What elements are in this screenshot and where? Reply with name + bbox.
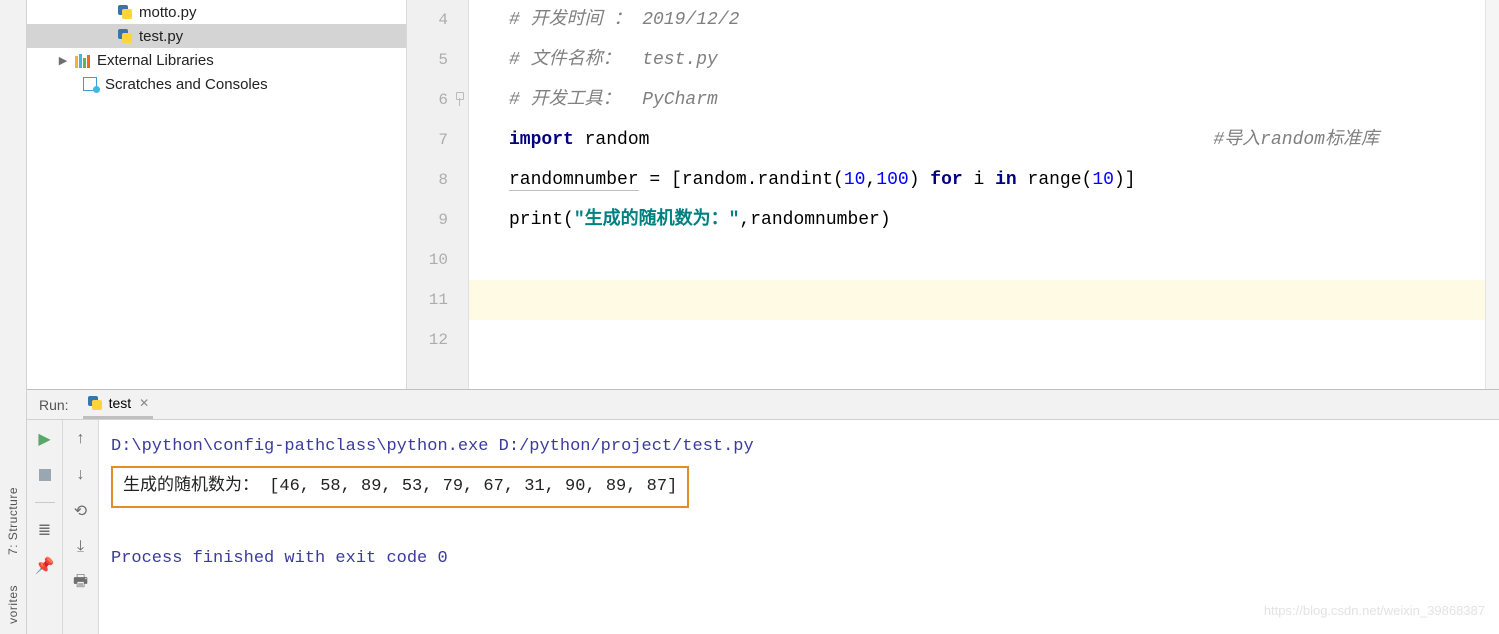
print-button[interactable]: 🖶 xyxy=(70,572,92,594)
python-file-icon xyxy=(117,4,133,20)
soft-wrap-button[interactable]: ⟲ xyxy=(70,500,92,522)
watermark: https://blog.csdn.net/weixin_39868387 xyxy=(1264,594,1485,628)
console-output[interactable]: D:\python\config-pathclass\python.exe D:… xyxy=(99,420,1499,634)
scratches-icon xyxy=(83,76,99,92)
console-command: D:\python\config-pathclass\python.exe D:… xyxy=(111,430,1487,464)
editor-gutter: 4 5 6 7 8 9 10 11 12 xyxy=(407,0,469,389)
down-button[interactable]: ↓ xyxy=(70,464,92,486)
code-line[interactable] xyxy=(509,320,1499,360)
python-file-icon xyxy=(117,28,133,44)
code-line[interactable]: import random#导入random标准库 xyxy=(509,120,1499,160)
python-file-icon xyxy=(87,395,103,411)
favorites-tool-button[interactable]: vorites xyxy=(6,585,20,624)
pin-button[interactable]: 📌 xyxy=(34,555,56,577)
code-line[interactable]: # 开发工具： PyCharm xyxy=(509,80,1499,120)
run-tab-label: test xyxy=(109,395,132,411)
library-icon xyxy=(75,52,91,68)
code-editor[interactable]: 4 5 6 7 8 9 10 11 12 # 开发时间 ： 2019/12/2 … xyxy=(407,0,1499,389)
run-panel: Run: test ✕ ▶ ≣ 📌 ↑ ↓ ⟲ ⤓ 🖶 xyxy=(27,389,1499,634)
code-line[interactable] xyxy=(509,280,1499,320)
close-icon[interactable]: ✕ xyxy=(139,396,149,410)
run-toolbar-right: ↑ ↓ ⟲ ⤓ 🖶 xyxy=(63,420,99,634)
fold-indicator-icon[interactable] xyxy=(454,92,464,106)
tree-file-motto[interactable]: motto.py xyxy=(27,0,406,24)
structure-tool-button[interactable]: 7: Structure xyxy=(6,487,20,555)
run-header: Run: test ✕ xyxy=(27,390,1499,420)
left-tool-rail: 7: Structure vorites xyxy=(0,0,27,634)
scroll-to-end-button[interactable]: ⤓ xyxy=(70,536,92,558)
project-tree[interactable]: motto.py test.py ▶ External Libraries Sc… xyxy=(27,0,407,389)
code-line[interactable] xyxy=(509,240,1499,280)
editor-scrollbar[interactable] xyxy=(1485,0,1499,389)
run-tab[interactable]: test ✕ xyxy=(83,390,154,419)
tree-label: Scratches and Consoles xyxy=(105,76,268,93)
chevron-right-icon[interactable]: ▶ xyxy=(55,54,71,67)
code-area[interactable]: # 开发时间 ： 2019/12/2 # 文件名称： test.py # 开发工… xyxy=(469,0,1499,389)
tree-external-libraries[interactable]: ▶ External Libraries xyxy=(27,48,406,72)
code-line[interactable]: print("生成的随机数为：",randomnumber) xyxy=(509,200,1499,240)
run-label: Run: xyxy=(39,397,69,413)
console-result-highlighted: 生成的随机数为： [46, 58, 89, 53, 79, 67, 31, 90… xyxy=(111,466,689,508)
code-line[interactable]: randomnumber = [random.randint(10,100) f… xyxy=(509,160,1499,200)
tree-scratches[interactable]: Scratches and Consoles xyxy=(27,72,406,96)
run-toolbar-left: ▶ ≣ 📌 xyxy=(27,420,63,634)
tree-file-test[interactable]: test.py xyxy=(27,24,406,48)
tree-label: test.py xyxy=(139,28,183,45)
tree-label: External Libraries xyxy=(97,52,214,69)
code-line[interactable]: # 文件名称： test.py xyxy=(509,40,1499,80)
toggle-layout-button[interactable]: ≣ xyxy=(34,519,56,541)
code-line[interactable]: # 开发时间 ： 2019/12/2 xyxy=(509,0,1499,40)
stop-button[interactable] xyxy=(34,464,56,486)
up-button[interactable]: ↑ xyxy=(70,428,92,450)
console-exit-message: Process finished with exit code 0 xyxy=(111,542,1487,576)
tree-label: motto.py xyxy=(139,4,197,21)
rerun-button[interactable]: ▶ xyxy=(34,428,56,450)
